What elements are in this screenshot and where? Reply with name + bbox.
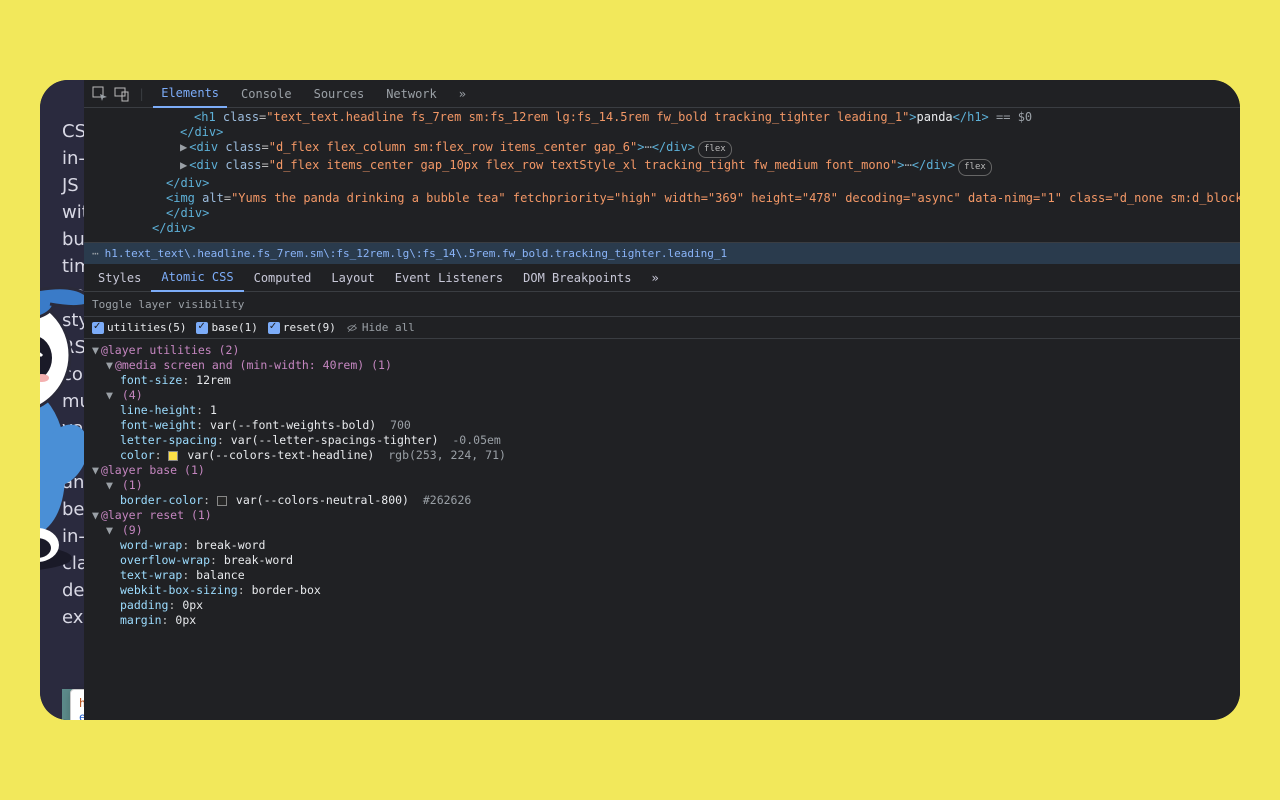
tab-elements[interactable]: Elements	[153, 80, 227, 108]
tab-console[interactable]: Console	[233, 80, 300, 108]
subtab-more-icon[interactable]: »	[642, 264, 669, 292]
devtools-panel: | Elements Console Sources Network » ✕1 …	[84, 80, 1240, 720]
subtab-atomic-css[interactable]: Atomic CSS	[151, 264, 243, 292]
devtools-toolbar: | Elements Console Sources Network » ✕1 …	[84, 80, 1240, 108]
element-inspector-tooltip: h1.text_text.headline.fs_7rem.sm:fs_12re…	[70, 689, 84, 720]
css-rules-list[interactable]: ▼@layer utilities (2)▼@media screen and …	[84, 339, 1240, 720]
tab-sources[interactable]: Sources	[306, 80, 373, 108]
eye-off-icon	[346, 322, 358, 334]
layer-filters: utilities(5) base(1) reset(9) Hide all	[84, 317, 1240, 339]
filter-reset[interactable]: reset(9)	[268, 321, 336, 334]
filter-utilities[interactable]: utilities(5)	[92, 321, 186, 334]
layer-visibility-bar: Toggle layer visibility	[84, 292, 1240, 317]
styles-tabs: Styles Atomic CSS Computed Layout Event …	[84, 264, 1240, 292]
inspect-icon[interactable]	[92, 86, 108, 102]
tab-network[interactable]: Network	[378, 80, 445, 108]
filter-base[interactable]: base(1)	[196, 321, 257, 334]
subtab-event-listeners[interactable]: Event Listeners	[385, 264, 513, 292]
layer-label: Toggle layer visibility	[92, 298, 244, 311]
subtab-dom-breakpoints[interactable]: DOM Breakpoints	[513, 264, 641, 292]
page-viewport: CSS-in-JS with build time generated styl…	[40, 80, 84, 720]
tooltip-selector: h1.text_text.headline.fs_7rem.sm:fs_12re…	[79, 696, 84, 720]
dom-tree[interactable]: <h1 class="text_text.headline fs_7rem sm…	[84, 108, 1240, 242]
dom-breadcrumb[interactable]: ⋯ h1.text_text\.headline.fs_7rem.sm\:fs_…	[84, 242, 1240, 264]
tab-more-icon[interactable]: »	[451, 80, 474, 108]
subtab-computed[interactable]: Computed	[244, 264, 322, 292]
browser-frame: CSS-in-JS with build time generated styl…	[40, 80, 1240, 720]
panda-mascot-image	[40, 260, 84, 590]
hide-all-button[interactable]: Hide all	[346, 321, 415, 334]
subtab-styles[interactable]: Styles	[88, 264, 151, 292]
device-toggle-icon[interactable]	[114, 86, 130, 102]
subtab-layout[interactable]: Layout	[321, 264, 384, 292]
